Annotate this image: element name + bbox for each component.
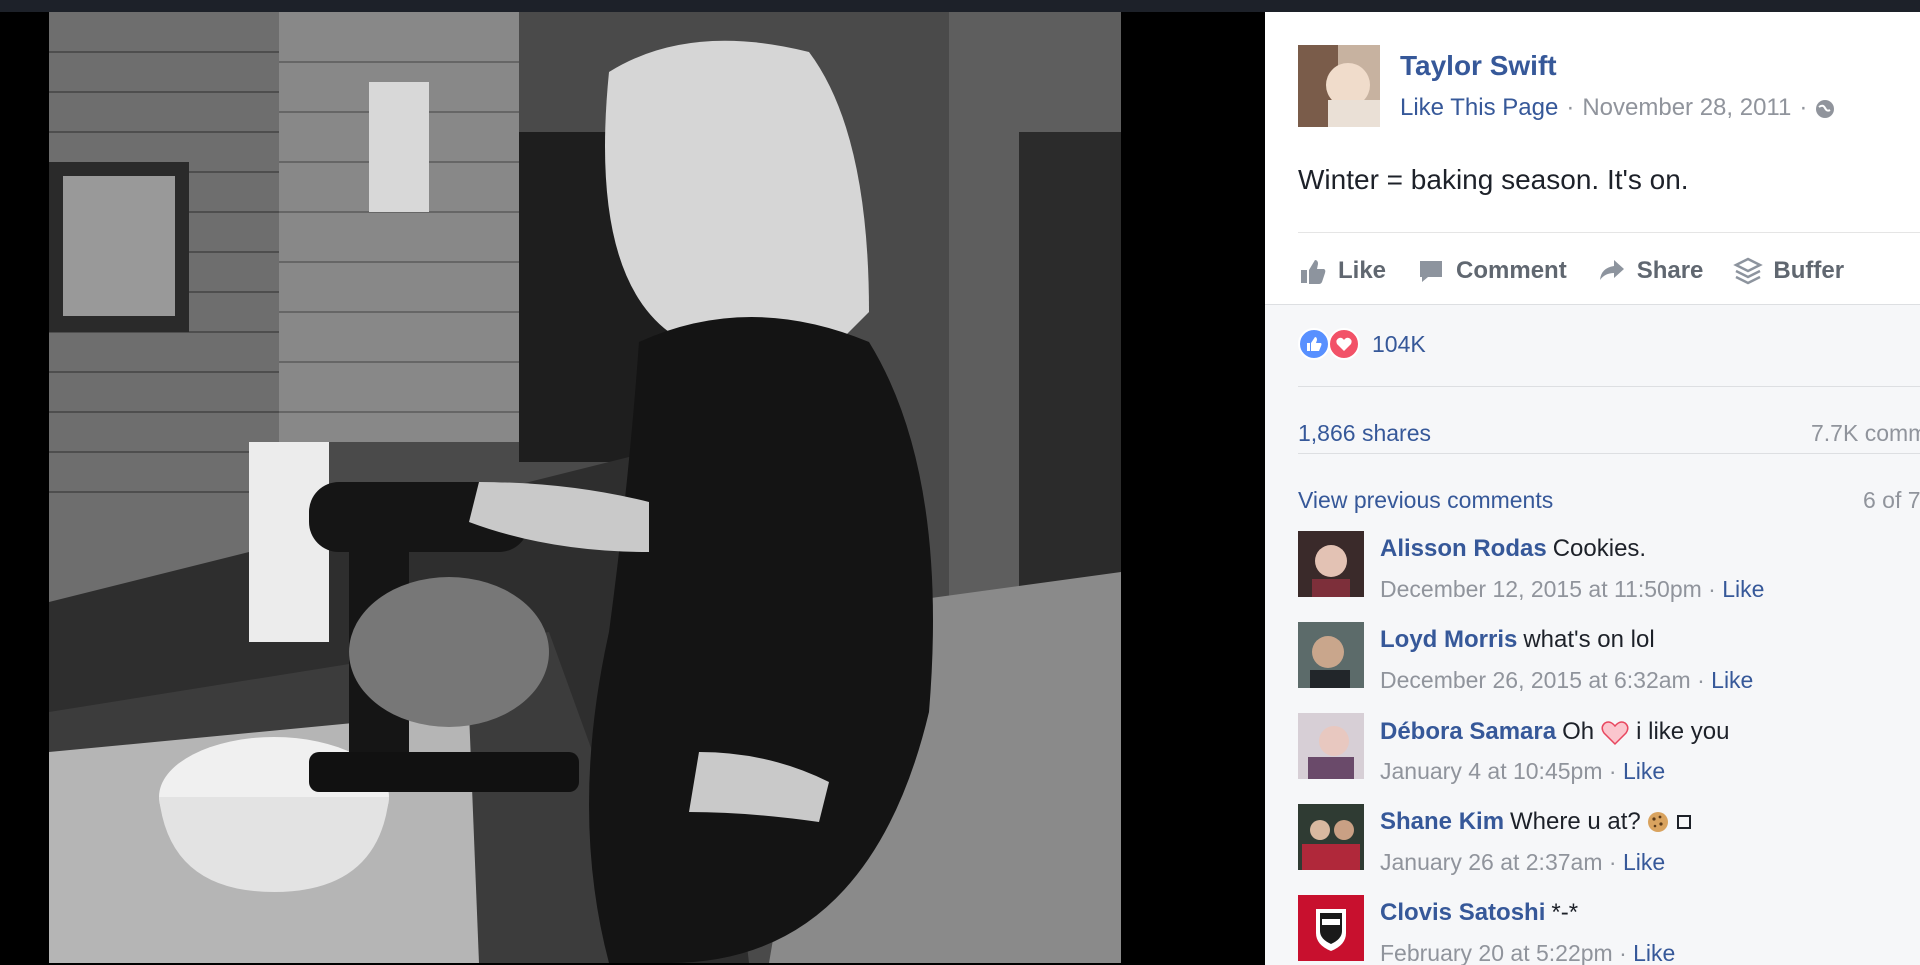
meta-separator: · — [1708, 576, 1716, 602]
comment-item: Shane Kim Where u at? January 26 at 2:37… — [1298, 804, 1920, 884]
post-text: Winter = baking season. It's on. — [1298, 164, 1689, 195]
buffer-label: Buffer — [1773, 257, 1845, 284]
comments-nav: View previous comments 6 of 7 — [1298, 487, 1920, 514]
comment-time[interactable]: January 4 at 10:45pm — [1380, 758, 1602, 784]
meta-separator-2: · — [1799, 94, 1808, 121]
meta-separator: · — [1608, 758, 1617, 784]
comment-like-link[interactable]: Like — [1623, 849, 1665, 875]
comment-icon — [1420, 261, 1443, 282]
meta-separator: · — [1697, 667, 1705, 693]
comment-meta: January 26 at 2:37am · Like — [1380, 849, 1665, 876]
like-page-link[interactable]: Like This Page — [1400, 94, 1558, 122]
meta-separator: · — [1566, 94, 1575, 121]
comment-page-count: 6 of 7 — [1863, 487, 1920, 513]
post-meta: Like This Page · November 28, 2011 · — [1400, 94, 1835, 122]
thumbs-up-icon — [1301, 260, 1326, 284]
comment-like-link[interactable]: Like — [1722, 576, 1764, 602]
meta-separator: · — [1619, 940, 1627, 965]
post-date[interactable]: November 28, 2011 — [1582, 94, 1791, 122]
comment-label: Comment — [1456, 257, 1567, 284]
post-stats: 1,866 shares 7.7K comm — [1298, 420, 1920, 447]
comment-text: Where u at? — [1510, 808, 1641, 835]
shares-count[interactable]: 1,866 shares — [1298, 420, 1431, 446]
comment-meta: December 26, 2015 at 6:32am · Like — [1380, 667, 1753, 694]
comment-text: *-* — [1551, 899, 1579, 926]
comment-like-link[interactable]: Like — [1623, 758, 1665, 784]
comment-time[interactable]: February 20 at 5:22pm — [1380, 940, 1613, 965]
top-bar — [0, 0, 1920, 12]
buffer-button[interactable]: Buffer — [1733, 256, 1844, 286]
divider-2 — [1298, 453, 1920, 454]
post-header: Taylor Swift Like This Page · November 2… — [1265, 12, 1920, 305]
avatar[interactable] — [1298, 622, 1364, 688]
comment-button[interactable]: Comment — [1416, 256, 1567, 286]
avatar[interactable] — [1298, 713, 1364, 779]
comment-time[interactable]: January 26 at 2:37am — [1380, 849, 1602, 875]
comment-item: Clovis Satoshi *-* February 20 at 5:22pm… — [1298, 895, 1920, 965]
divider — [1298, 386, 1920, 387]
like-button[interactable]: Like — [1298, 256, 1386, 286]
comment-like-link[interactable]: Like — [1633, 940, 1675, 965]
view-previous-comments-link[interactable]: View previous comments — [1298, 487, 1553, 513]
comment-time[interactable]: December 26, 2015 at 6:32am — [1380, 667, 1691, 693]
page-name[interactable]: Taylor Swift — [1400, 50, 1557, 82]
comment-text-start: Oh — [1562, 718, 1595, 745]
comment-text: Cookies. — [1552, 535, 1647, 562]
comment-item: Loyd Morris what's on lol December 26, 2… — [1298, 622, 1920, 702]
comment-author[interactable]: Shane Kim — [1380, 808, 1504, 836]
post-side-panel: Taylor Swift Like This Page · November 2… — [1265, 12, 1920, 965]
comment-author[interactable]: Clovis Satoshi — [1380, 899, 1545, 927]
page-avatar[interactable] — [1298, 45, 1380, 127]
love-reaction-icon — [1328, 328, 1360, 360]
comment-item: Débora Samara Oh i like you January 4 at… — [1298, 713, 1920, 793]
reaction-count[interactable]: 104K — [1372, 331, 1426, 358]
post-actions: Like Comment Share Buffer — [1298, 232, 1920, 305]
like-label: Like — [1338, 257, 1387, 284]
comment-body: Clovis Satoshi *-* — [1380, 899, 1578, 927]
like-reaction-icon — [1298, 328, 1330, 360]
comment-text: what's on lol — [1523, 626, 1655, 653]
avatar[interactable] — [1298, 895, 1364, 961]
comment-meta: February 20 at 5:22pm · Like — [1380, 940, 1675, 965]
comment-meta: December 12, 2015 at 11:50pm · Like — [1380, 576, 1764, 603]
comment-body: Loyd Morris what's on lol — [1380, 626, 1655, 654]
comment-author[interactable]: Débora Samara — [1380, 718, 1556, 746]
comment-body: Alisson Rodas Cookies. — [1380, 535, 1646, 563]
meta-separator: · — [1608, 849, 1617, 875]
cookie-emoji-icon — [1647, 811, 1669, 833]
comment-author[interactable]: Alisson Rodas — [1380, 535, 1547, 563]
avatar[interactable] — [1298, 804, 1364, 870]
comment-time[interactable]: December 12, 2015 at 11:50pm — [1380, 576, 1702, 602]
comment-text-end: i like you — [1636, 718, 1730, 745]
share-label: Share — [1636, 257, 1704, 284]
share-button[interactable]: Share — [1597, 256, 1704, 286]
heart-emoji-icon — [1600, 717, 1630, 747]
comments-count[interactable]: 7.7K comm — [1811, 420, 1920, 447]
comment-meta: January 4 at 10:45pm · Like — [1380, 758, 1665, 785]
photo-stage — [0, 12, 1265, 965]
comment-body: Shane Kim Where u at? — [1380, 808, 1691, 836]
share-icon — [1599, 260, 1624, 280]
unknown-glyph-icon — [1676, 815, 1691, 829]
post-photo[interactable] — [49, 12, 1121, 963]
buffer-icon — [1733, 257, 1764, 285]
reactions-summary[interactable]: 104K — [1298, 328, 1426, 360]
comment-like-link[interactable]: Like — [1711, 667, 1753, 693]
comment-body: Débora Samara Oh i like you — [1380, 717, 1729, 747]
comment-item: Alisson Rodas Cookies. December 12, 2015… — [1298, 531, 1920, 611]
comment-author[interactable]: Loyd Morris — [1380, 626, 1517, 654]
globe-icon — [1815, 98, 1835, 118]
avatar[interactable] — [1298, 531, 1364, 597]
